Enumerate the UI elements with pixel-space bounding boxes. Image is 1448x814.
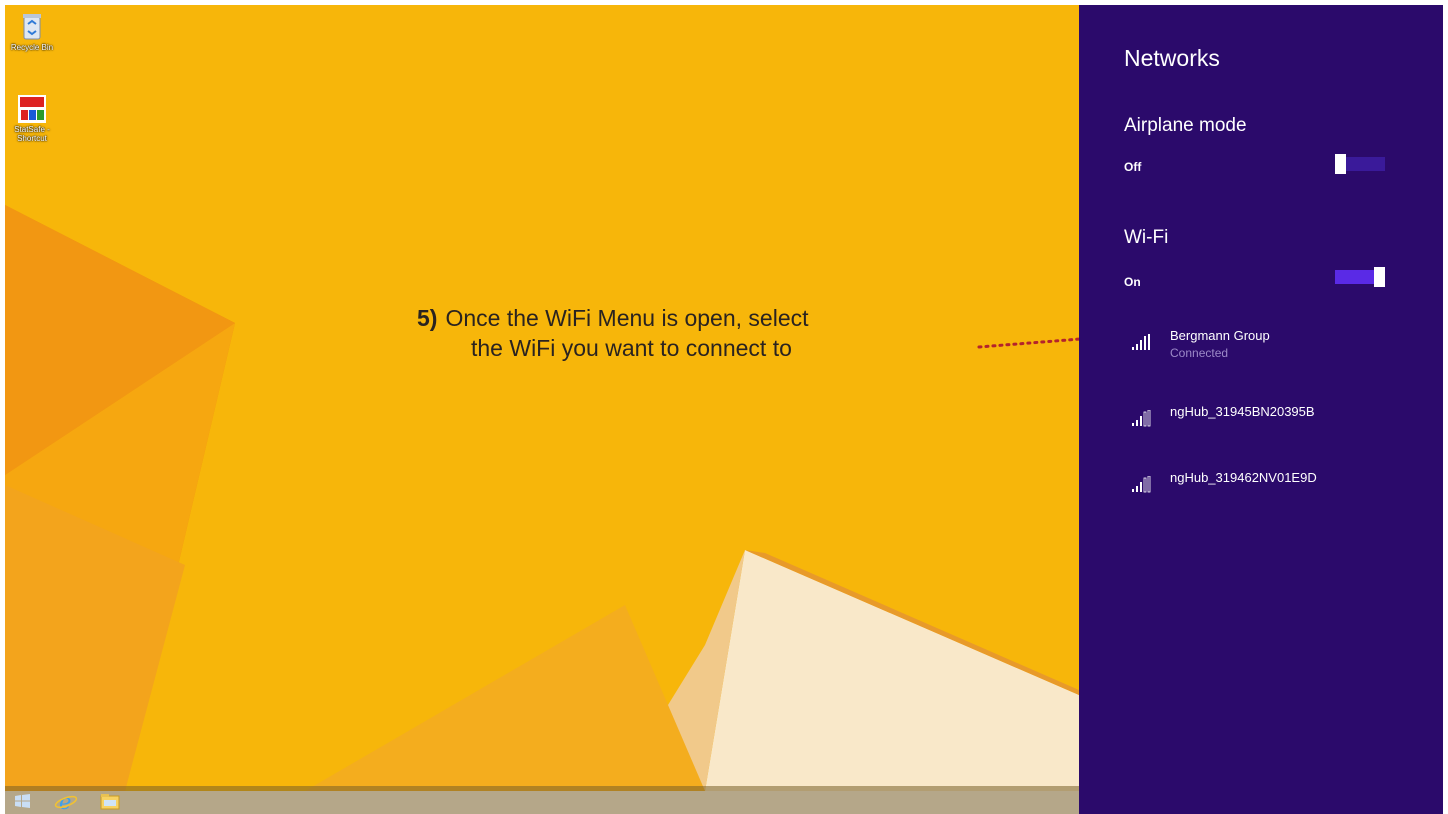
windows-start-icon bbox=[15, 794, 30, 808]
panel-title: Networks bbox=[1124, 45, 1220, 71]
desktop-icon-label: Recycle Bin bbox=[10, 43, 54, 52]
recycle-bin-icon bbox=[23, 14, 41, 40]
statsafe-shortcut-icon bbox=[18, 95, 46, 123]
internet-explorer-button[interactable]: e bbox=[53, 790, 79, 814]
svg-text:e: e bbox=[59, 791, 71, 813]
wifi-signal-icon bbox=[1132, 476, 1151, 493]
desktop: Recycle Bin StatSafe - Shortcut 5) Once t… bbox=[5, 5, 1079, 791]
toggle-thumb bbox=[1374, 267, 1385, 287]
file-explorer-icon bbox=[100, 794, 120, 810]
instruction-line-2: the WiFi you want to connect to bbox=[471, 335, 792, 361]
wifi-signal-icon bbox=[1132, 410, 1151, 427]
wifi-signal-icon bbox=[1132, 334, 1150, 350]
wifi-heading: Wi-Fi bbox=[1124, 227, 1169, 248]
airplane-mode-state: Off bbox=[1124, 160, 1142, 174]
desktop-icon-label: StatSafe - Shortcut bbox=[14, 125, 50, 143]
wallpaper bbox=[5, 5, 1079, 791]
instruction-line-1: Once the WiFi Menu is open, select bbox=[445, 305, 809, 331]
airplane-mode-toggle[interactable] bbox=[1335, 154, 1385, 174]
network-status: Connected bbox=[1170, 346, 1229, 360]
network-name: ngHub_31945BN20395B bbox=[1170, 404, 1315, 419]
network-item-nghub-319462nv01e9d[interactable]: ngHub_319462NV01E9D bbox=[1129, 470, 1429, 510]
wifi-state: On bbox=[1124, 275, 1141, 289]
network-item-bergmann-group[interactable]: Bergmann Group Connected bbox=[1129, 328, 1429, 368]
internet-explorer-icon: e bbox=[54, 790, 78, 814]
network-name: Bergmann Group bbox=[1170, 328, 1270, 343]
screen: Recycle Bin StatSafe - Shortcut 5) Once t… bbox=[5, 5, 1443, 814]
start-button[interactable] bbox=[9, 791, 35, 811]
network-item-nghub-31945bn20395b[interactable]: ngHub_31945BN20395B bbox=[1129, 404, 1429, 444]
wifi-toggle[interactable] bbox=[1335, 267, 1385, 287]
instruction-annotation: 5) Once the WiFi Menu is open, select the… bbox=[417, 303, 809, 363]
step-number: 5) bbox=[417, 305, 438, 331]
desktop-icon-statsafe[interactable]: StatSafe - Shortcut bbox=[9, 95, 55, 143]
toggle-thumb bbox=[1335, 154, 1346, 174]
network-name: ngHub_319462NV01E9D bbox=[1170, 470, 1317, 485]
networks-panel: Networks Airplane mode Off Wi-Fi On Berg… bbox=[1079, 5, 1443, 814]
taskbar: e bbox=[5, 786, 1079, 814]
file-explorer-button[interactable] bbox=[97, 791, 123, 811]
desktop-icon-recycle-bin[interactable]: Recycle Bin bbox=[9, 11, 55, 52]
airplane-mode-heading: Airplane mode bbox=[1124, 115, 1247, 136]
